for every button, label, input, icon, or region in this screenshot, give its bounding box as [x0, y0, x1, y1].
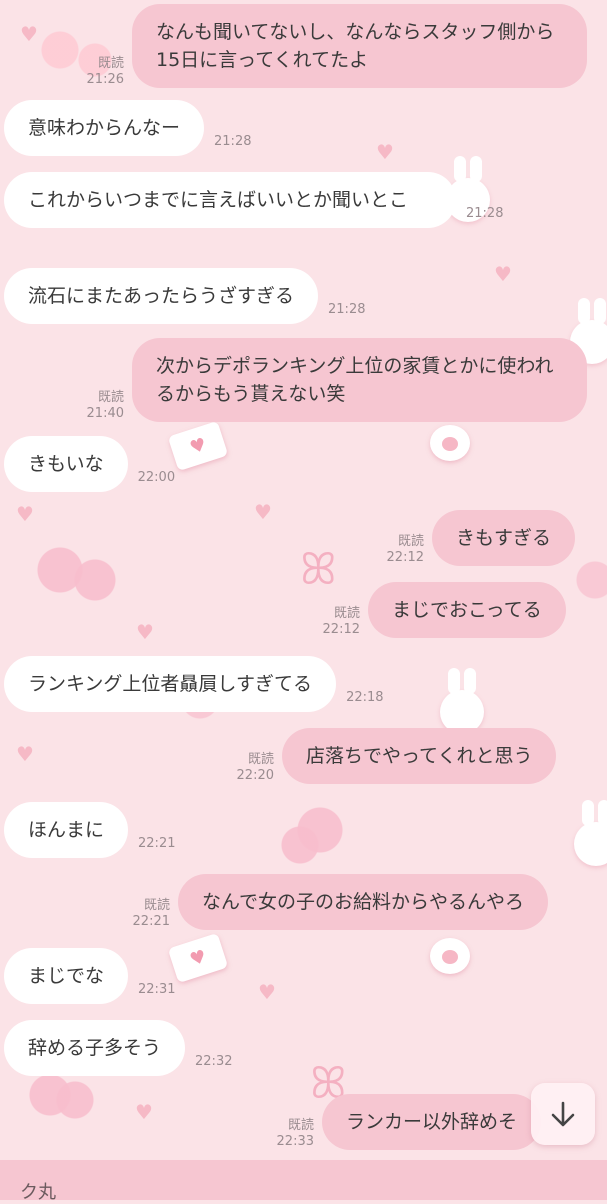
heart-icon: ♥ [258, 980, 276, 1004]
message-row-outgoing: 既読 22:21 なんで女の子のお給料からやるんやろ [126, 874, 549, 930]
read-receipt: 既読 [97, 56, 124, 71]
message-time: 22:21 [132, 914, 170, 929]
message-time: 21:40 [86, 406, 124, 421]
message-row-incoming: 意味わからんなー 21:28 [4, 100, 251, 156]
message-bubble[interactable]: 辞める子多そう [4, 1020, 186, 1076]
envelope-icon [167, 932, 229, 984]
message-row-incoming: これからいつまでに言えばいいとか聞いとこ 21:28 [4, 172, 503, 228]
heart-icon: ♥ [135, 1100, 153, 1124]
envelope-icon [167, 420, 229, 472]
message-row-incoming: 流石にまたあったらうざすぎる 21:28 [4, 268, 365, 324]
message-bubble[interactable]: 意味わからんなー [4, 100, 205, 156]
message-bubble[interactable]: なんも聞いてないし、なんならスタッフ側から15日に言ってくれてたよ [132, 4, 587, 88]
message-row-incoming: ほんまに 22:21 [4, 802, 175, 858]
message-time: 22:21 [138, 836, 176, 851]
bunny-icon [574, 800, 607, 866]
message-bubble[interactable]: ほんまに [4, 802, 129, 858]
heart-icon: ♥ [376, 140, 394, 164]
message-time: 22:31 [138, 982, 176, 997]
message-time: 22:12 [322, 622, 360, 637]
message-row-outgoing: 既読 22:33 ランカー以外辞めそ [270, 1094, 542, 1150]
heart-icon: ♥ [254, 500, 272, 524]
read-receipt: 既読 [97, 390, 124, 405]
read-receipt: 既読 [333, 606, 360, 621]
read-receipt: 既読 [143, 898, 170, 913]
heart-icon: ♥ [494, 262, 512, 286]
scroll-to-bottom-button[interactable] [531, 1083, 595, 1145]
message-bubble[interactable]: これからいつまでに言えばいいとか聞いとこ [4, 172, 456, 228]
message-time: 22:00 [137, 470, 176, 485]
message-time: 21:28 [328, 302, 366, 317]
arrow-down-icon [551, 1101, 575, 1127]
read-receipt: 既読 [397, 534, 424, 549]
message-row-incoming: きもいな 22:00 [4, 436, 175, 492]
message-row-incoming: 辞める子多そう 22:32 [4, 1020, 232, 1076]
heart-icon: ♥ [16, 742, 34, 766]
message-time: 22:12 [386, 550, 424, 565]
message-bubble[interactable]: きもいな [4, 436, 128, 492]
paw-icon [430, 938, 470, 974]
message-row-outgoing: 既読 21:40 次からデポランキング上位の家賃とかに使われるからもう貰えない笑 [80, 338, 587, 422]
message-bubble[interactable]: ランカー以外辞めそ [322, 1094, 542, 1150]
message-row-outgoing: 既読 22:12 きもすぎる [380, 510, 576, 566]
message-input-text[interactable]: ク丸 [20, 1178, 56, 1204]
read-receipt: 既読 [287, 1118, 314, 1133]
message-time: 21:28 [214, 134, 252, 149]
message-bubble[interactable]: ランキング上位者贔屓しすぎてる [4, 656, 337, 712]
message-input-bar[interactable]: ク丸 [0, 1160, 607, 1203]
message-bubble[interactable]: まじでおこってる [368, 582, 566, 638]
message-bubble[interactable]: きもすぎる [432, 510, 576, 566]
message-time: 21:26 [86, 72, 124, 87]
heart-icon: ♥ [20, 22, 38, 46]
message-bubble[interactable]: なんで女の子のお給料からやるんやろ [178, 874, 549, 930]
message-row-outgoing: 既読 22:12 まじでおこってる [316, 582, 566, 638]
message-time: 21:28 [466, 206, 504, 221]
message-time: 22:32 [195, 1054, 233, 1069]
message-row-incoming: まじでな 22:31 [4, 948, 175, 1004]
message-bubble[interactable]: まじでな [4, 948, 129, 1004]
heart-icon: ♥ [136, 620, 154, 644]
message-time: 22:18 [346, 690, 384, 705]
message-bubble[interactable]: 流石にまたあったらうざすぎる [4, 268, 319, 324]
message-bubble[interactable]: 店落ちでやってくれと思う [282, 728, 557, 784]
read-receipt: 既読 [247, 752, 274, 767]
message-time: 22:20 [236, 768, 274, 783]
heart-icon: ♥ [16, 502, 34, 526]
message-row-outgoing: 既読 22:20 店落ちでやってくれと思う [230, 728, 557, 784]
message-bubble[interactable]: 次からデポランキング上位の家賃とかに使われるからもう貰えない笑 [132, 338, 587, 422]
message-row-incoming: ランキング上位者贔屓しすぎてる 22:18 [4, 656, 384, 712]
message-time: 22:33 [276, 1134, 314, 1149]
paw-icon [430, 425, 470, 461]
message-row-outgoing: 既読 21:26 なんも聞いてないし、なんならスタッフ側から15日に言ってくれて… [80, 4, 587, 88]
